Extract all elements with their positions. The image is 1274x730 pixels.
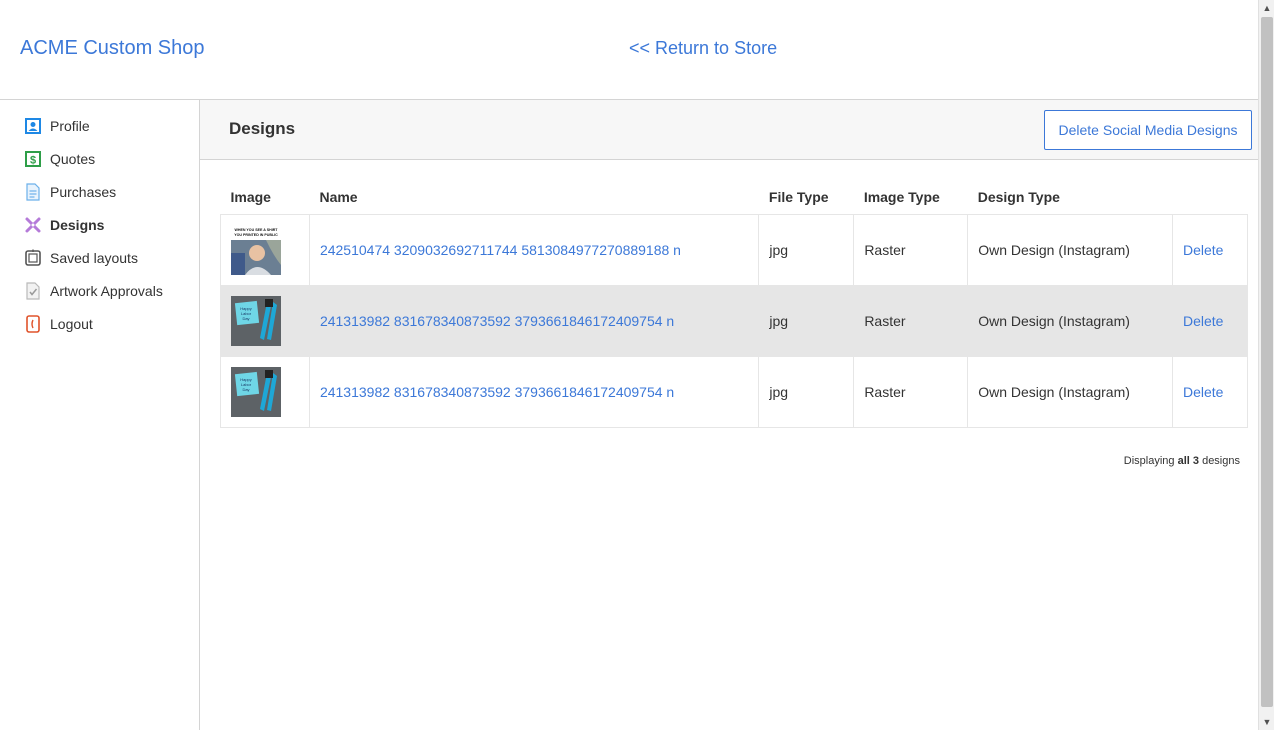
site-header: ACME Custom Shop << Return to Store [0, 0, 1258, 100]
svg-text:WHEN YOU SEE A SHIRT: WHEN YOU SEE A SHIRT [235, 228, 279, 232]
quotes-icon: $ [25, 151, 41, 167]
svg-text:$: $ [30, 155, 36, 167]
sidebar-item-quotes[interactable]: $ Quotes [24, 148, 95, 170]
sticky-note-pliers-thumbnail[interactable]: Happy Labor Day [231, 366, 281, 417]
scroll-down-arrow-icon[interactable]: ▼ [1259, 714, 1274, 730]
table-row: WHEN YOU SEE A SHIRT YOU PRINTED IN PUBL… [220, 213, 1249, 286]
saved-layouts-icon [25, 249, 41, 266]
sidebar-item-saved-layouts[interactable]: Saved layouts [24, 247, 138, 269]
sidebar-item-label: Saved layouts [50, 250, 138, 266]
brand-link[interactable]: ACME Custom Shop [20, 37, 205, 60]
design-type-cell: Own Design (Instagram) [967, 355, 1173, 428]
meme-photo-thumbnail[interactable]: WHEN YOU SEE A SHIRT YOU PRINTED IN PUBL… [231, 224, 281, 275]
delete-link[interactable]: Delete [1183, 313, 1223, 329]
svg-text:YOU PRINTED IN PUBLIC: YOU PRINTED IN PUBLIC [234, 233, 278, 237]
sidebar: Profile $ Quotes Purchases Designs Saved… [0, 100, 200, 730]
results-count-suffix: designs [1199, 455, 1240, 467]
scroll-up-arrow-icon[interactable]: ▲ [1259, 0, 1274, 16]
sidebar-item-label: Profile [50, 118, 90, 134]
scrollbar-thumb[interactable] [1261, 17, 1273, 707]
design-type-cell: Own Design (Instagram) [967, 213, 1173, 286]
results-count-prefix: Displaying [1123, 455, 1178, 467]
designs-icon [25, 217, 41, 233]
delete-link[interactable]: Delete [1183, 384, 1223, 400]
file-type-cell: jpg [758, 355, 855, 428]
action-cell: Delete [1171, 213, 1249, 286]
sidebar-item-logout[interactable]: Logout [24, 313, 93, 335]
design-type-cell: Own Design (Instagram) [967, 284, 1173, 357]
results-count-total: all 3 [1177, 455, 1200, 467]
name-cell: 242510474 3209032692711744 5813084977270… [308, 213, 760, 286]
purchases-icon [26, 183, 40, 201]
sidebar-item-artwork-approvals[interactable]: Artwork Approvals [24, 280, 163, 302]
table-row: Happy Labor Day 241313982 83167834087359… [220, 355, 1249, 428]
sidebar-item-label: Artwork Approvals [50, 283, 163, 299]
return-to-store-link[interactable]: << Return to Store [629, 38, 777, 59]
sidebar-item-profile[interactable]: Profile [24, 115, 90, 137]
vertical-scrollbar[interactable]: ▲ ▼ [1258, 0, 1274, 730]
column-header-name: Name [319, 188, 358, 205]
svg-text:Day: Day [242, 316, 249, 321]
sidebar-item-designs[interactable]: Designs [24, 214, 104, 236]
image-type-cell: Raster [853, 213, 969, 286]
delete-link[interactable]: Delete [1183, 242, 1223, 258]
design-name-link[interactable]: 241313982 831678340873592 37936618461724… [320, 313, 674, 329]
sidebar-item-purchases[interactable]: Purchases [24, 181, 116, 203]
name-cell: 241313982 831678340873592 37936618461724… [308, 284, 760, 357]
design-name-link[interactable]: 241313982 831678340873592 37936618461724… [320, 384, 674, 400]
column-header-image-type: Image Type [863, 188, 940, 205]
page-title: Designs [229, 119, 296, 138]
column-header-actions [1172, 180, 1247, 214]
image-cell: Happy Labor Day [220, 355, 310, 428]
table-row: Happy Labor Day 241313982 83167834087359… [220, 284, 1249, 357]
artwork-approvals-icon [26, 282, 40, 300]
sidebar-item-label: Logout [50, 316, 93, 332]
designs-table: Image Name File Type Image Type Design T… [220, 180, 1249, 428]
column-header-design-type: Design Type [977, 188, 1060, 205]
file-type-cell: jpg [758, 284, 855, 357]
image-cell: WHEN YOU SEE A SHIRT YOU PRINTED IN PUBL… [220, 213, 310, 286]
logout-icon [26, 315, 40, 333]
sidebar-item-label: Designs [50, 217, 105, 233]
sticky-note-pliers-thumbnail[interactable]: Happy Labor Day [231, 295, 281, 346]
design-name-link[interactable]: 242510474 3209032692711744 5813084977270… [320, 242, 681, 258]
column-header-image: Image [230, 188, 271, 205]
panel-header: Designs Delete Social Media Designs [200, 100, 1258, 160]
column-header-file-type: File Type [768, 188, 829, 205]
image-type-cell: Raster [853, 284, 969, 357]
action-cell: Delete [1171, 355, 1249, 428]
image-cell: Happy Labor Day [220, 284, 310, 357]
sidebar-item-label: Purchases [50, 184, 117, 200]
profile-icon [25, 118, 41, 134]
file-type-cell: jpg [758, 213, 855, 286]
table-header-row: Image Name File Type Image Type Design T… [221, 180, 1248, 214]
results-count: Displaying all 3 designs [1124, 455, 1240, 467]
name-cell: 241313982 831678340873592 37936618461724… [308, 355, 760, 428]
delete-social-media-designs-button[interactable]: Delete Social Media Designs [1044, 110, 1252, 150]
main-content: Designs Delete Social Media Designs Imag… [200, 100, 1258, 730]
action-cell: Delete [1171, 284, 1249, 357]
svg-text:Day: Day [242, 387, 249, 392]
sidebar-item-label: Quotes [50, 151, 96, 167]
image-type-cell: Raster [853, 355, 969, 428]
